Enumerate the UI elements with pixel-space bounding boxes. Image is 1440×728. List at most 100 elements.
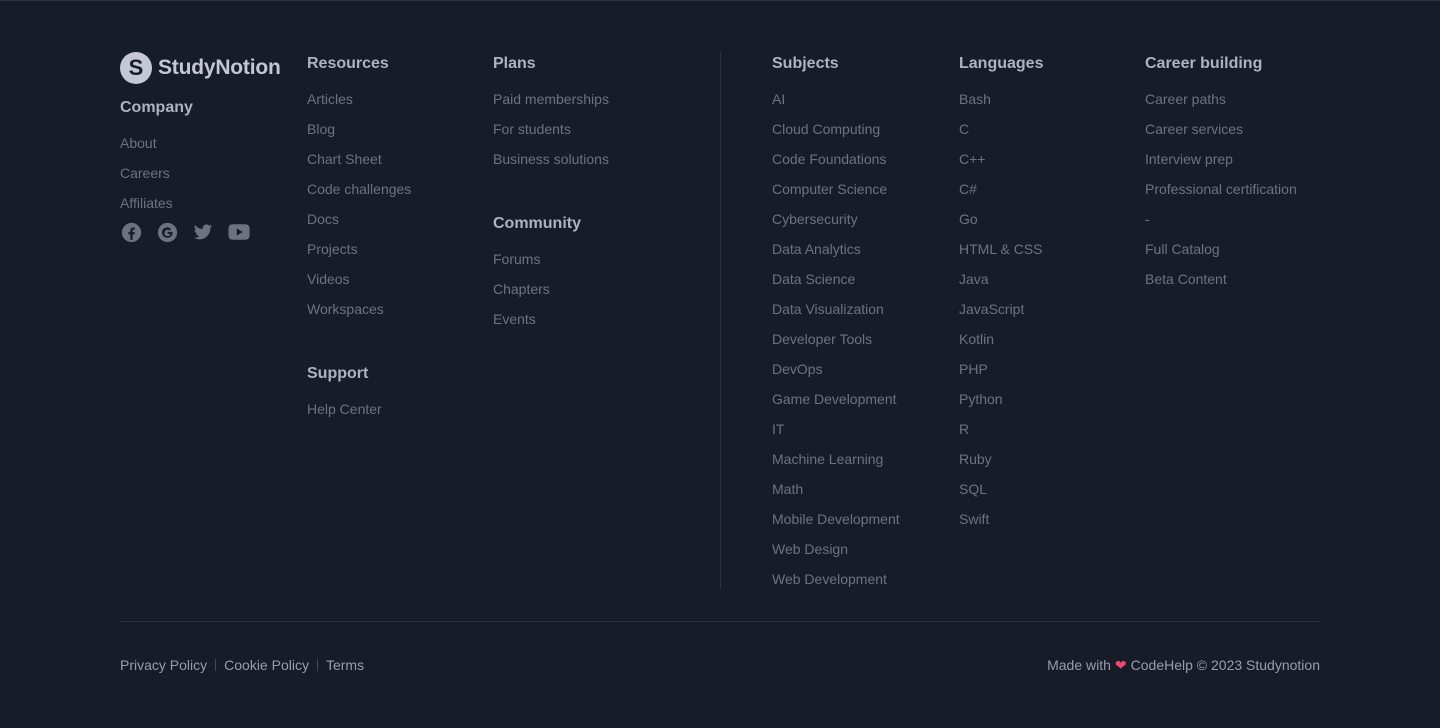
footer-link-about[interactable]: About	[120, 131, 300, 161]
support-heading: Support	[307, 365, 369, 382]
footer-link[interactable]: HTML & CSS	[959, 237, 1139, 267]
career-column: Career building Career paths Career serv…	[1145, 52, 1325, 297]
footer-link[interactable]: Workspaces	[307, 297, 487, 327]
footer-link[interactable]: Beta Content	[1145, 267, 1325, 297]
footer-link[interactable]: Full Catalog	[1145, 237, 1325, 267]
footer-link[interactable]: DevOps	[772, 357, 952, 387]
footer-link[interactable]: Code challenges	[307, 177, 487, 207]
footer-link[interactable]: Game Development	[772, 387, 952, 417]
footer-link[interactable]: Data Science	[772, 267, 952, 297]
footer-link[interactable]: SQL	[959, 477, 1139, 507]
footer-link[interactable]: Articles	[307, 87, 487, 117]
footer-link[interactable]: Mobile Development	[772, 507, 952, 537]
company-links: About Careers Affiliates	[120, 131, 300, 221]
cookie-policy-link[interactable]: Cookie Policy	[224, 655, 309, 675]
footer-link[interactable]: Cybersecurity	[772, 207, 952, 237]
footer-link[interactable]: Blog	[307, 117, 487, 147]
footer-link[interactable]: Career paths	[1145, 87, 1325, 117]
footer-link[interactable]: Professional certification	[1145, 177, 1325, 207]
footer-link[interactable]: Java	[959, 267, 1139, 297]
footer-link[interactable]: C++	[959, 147, 1139, 177]
career-links: Career paths Career services Interview p…	[1145, 87, 1325, 297]
youtube-icon[interactable]	[228, 221, 250, 243]
footer-link[interactable]: Kotlin	[959, 327, 1139, 357]
horizontal-divider	[120, 621, 1320, 622]
footer-link-careers[interactable]: Careers	[120, 161, 300, 191]
footer-link[interactable]: JavaScript	[959, 297, 1139, 327]
footer-link[interactable]: Data Visualization	[772, 297, 952, 327]
resources-heading: Resources	[307, 55, 389, 72]
footer-link-affiliates[interactable]: Affiliates	[120, 191, 300, 221]
support-links: Help Center	[307, 397, 487, 427]
resources-links: Articles Blog Chart Sheet Code challenge…	[307, 87, 487, 327]
legal-links: Privacy Policy Cookie Policy Terms	[120, 655, 364, 675]
footer-link[interactable]: Docs	[307, 207, 487, 237]
footer-link[interactable]: Career services	[1145, 117, 1325, 147]
credit-suffix: CodeHelp © 2023 Studynotion	[1130, 657, 1320, 673]
footer-link[interactable]: Cloud Computing	[772, 117, 952, 147]
plans-links: Paid memberships For students Business s…	[493, 87, 673, 177]
footer-link[interactable]: Chapters	[493, 277, 673, 307]
footer-link[interactable]: Machine Learning	[772, 447, 952, 477]
footer-link[interactable]: Web Development	[772, 567, 952, 597]
footer-bottom-bar: Privacy Policy Cookie Policy Terms Made …	[120, 655, 1320, 675]
subjects-links: AI Cloud Computing Code Foundations Comp…	[772, 87, 952, 597]
footer-link[interactable]: Projects	[307, 237, 487, 267]
social-links	[120, 221, 300, 243]
footer-link[interactable]: Interview prep	[1145, 147, 1325, 177]
languages-column: Languages Bash C C++ C# Go HTML & CSS Ja…	[959, 52, 1139, 537]
legal-separator	[316, 659, 318, 671]
career-heading: Career building	[1145, 55, 1263, 72]
google-icon[interactable]	[156, 221, 178, 243]
company-column: S StudyNotion Company About Careers Affi…	[120, 52, 300, 243]
languages-heading: Languages	[959, 55, 1044, 72]
footer-link[interactable]: Forums	[493, 247, 673, 277]
footer-link[interactable]: Computer Science	[772, 177, 952, 207]
plans-column: Plans Paid memberships For students Busi…	[493, 52, 673, 337]
footer-link[interactable]: Business solutions	[493, 147, 673, 177]
subjects-column: Subjects AI Cloud Computing Code Foundat…	[772, 52, 952, 597]
footer-link[interactable]: Go	[959, 207, 1139, 237]
footer-link[interactable]: Paid memberships	[493, 87, 673, 117]
footer-link[interactable]: Math	[772, 477, 952, 507]
logo-mark-icon: S	[120, 52, 152, 84]
vertical-divider	[720, 52, 721, 589]
footer-link[interactable]: Data Analytics	[772, 237, 952, 267]
community-links: Forums Chapters Events	[493, 247, 673, 337]
community-heading: Community	[493, 215, 581, 232]
footer-link[interactable]: Bash	[959, 87, 1139, 117]
facebook-icon[interactable]	[120, 221, 142, 243]
footer-link[interactable]: Code Foundations	[772, 147, 952, 177]
company-heading: Company	[120, 99, 193, 116]
resources-column: Resources Articles Blog Chart Sheet Code…	[307, 52, 487, 427]
heart-icon: ❤	[1114, 657, 1127, 673]
footer-link[interactable]: For students	[493, 117, 673, 147]
footer-link[interactable]: Swift	[959, 507, 1139, 537]
footer-link[interactable]: C	[959, 117, 1139, 147]
copyright-credit: Made with ❤ CodeHelp © 2023 Studynotion	[1047, 655, 1320, 675]
footer-link[interactable]: C#	[959, 177, 1139, 207]
subjects-heading: Subjects	[772, 55, 839, 72]
footer-link[interactable]: PHP	[959, 357, 1139, 387]
terms-link[interactable]: Terms	[326, 655, 364, 675]
site-footer: S StudyNotion Company About Careers Affi…	[120, 52, 1320, 592]
languages-links: Bash C C++ C# Go HTML & CSS Java JavaScr…	[959, 87, 1139, 537]
footer-link[interactable]: Python	[959, 387, 1139, 417]
footer-link[interactable]: Developer Tools	[772, 327, 952, 357]
footer-link-help-center[interactable]: Help Center	[307, 397, 487, 427]
footer-link[interactable]: IT	[772, 417, 952, 447]
top-border	[0, 0, 1440, 1]
twitter-icon[interactable]	[192, 221, 214, 243]
legal-separator	[215, 659, 217, 671]
credit-prefix: Made with	[1047, 657, 1111, 673]
footer-link[interactable]: Events	[493, 307, 673, 337]
footer-link[interactable]: Chart Sheet	[307, 147, 487, 177]
footer-link[interactable]: Videos	[307, 267, 487, 297]
privacy-policy-link[interactable]: Privacy Policy	[120, 655, 207, 675]
brand-logo[interactable]: S StudyNotion	[120, 52, 300, 84]
footer-link[interactable]: AI	[772, 87, 952, 117]
footer-link[interactable]: Web Design	[772, 537, 952, 567]
footer-separator-text: -	[1145, 211, 1150, 227]
footer-link[interactable]: Ruby	[959, 447, 1139, 477]
footer-link[interactable]: R	[959, 417, 1139, 447]
